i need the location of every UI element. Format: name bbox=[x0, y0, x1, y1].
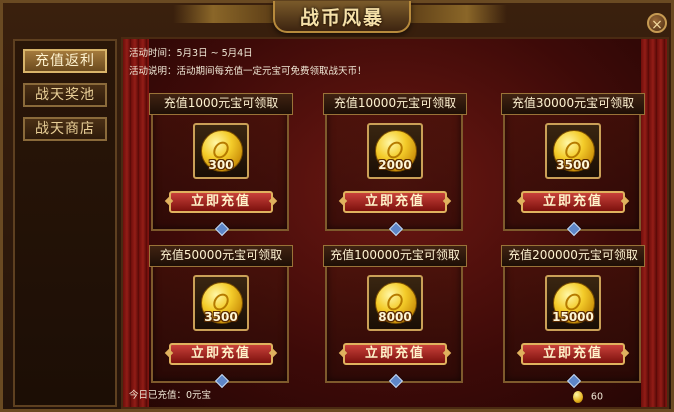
sidebar-item-shop[interactable]: 战天商店 bbox=[23, 117, 107, 141]
recharge-button[interactable]: 立即充值 bbox=[169, 191, 273, 213]
reward-card: 充值50000元宝可领取 3500 立即充值 bbox=[149, 245, 293, 389]
card-title: 充值1000元宝可领取 bbox=[149, 93, 293, 115]
reward-card: 充值10000元宝可领取 2000 立即充值 bbox=[323, 93, 467, 237]
title-ornament-right bbox=[407, 5, 507, 23]
gem-ornament-icon bbox=[388, 221, 404, 237]
sidebar-item-recharge-rebate[interactable]: 充值返利 bbox=[23, 49, 107, 73]
reward-card: 充值1000元宝可领取 300 立即充值 bbox=[149, 93, 293, 237]
card-title: 充值10000元宝可领取 bbox=[323, 93, 467, 115]
coin-amount: 15000 bbox=[552, 310, 594, 324]
close-icon: × bbox=[651, 17, 663, 33]
coin-amount: 3500 bbox=[204, 310, 238, 324]
gem-ornament-icon bbox=[214, 221, 230, 237]
coin-icon bbox=[572, 391, 583, 403]
sidebar-item-prize-pool[interactable]: 战天奖池 bbox=[23, 83, 107, 107]
coin-slot: 300 bbox=[193, 123, 249, 179]
recharge-button[interactable]: 立即充值 bbox=[521, 191, 625, 213]
gem-ornament-icon bbox=[566, 373, 582, 389]
coin-slot: 8000 bbox=[367, 275, 423, 331]
activity-time: 活动时间：5月3日 ~ 5月4日 bbox=[129, 48, 253, 59]
coin-slot: 15000 bbox=[545, 275, 601, 331]
reward-card: 充值200000元宝可领取 15000 立即充值 bbox=[501, 245, 645, 389]
card-title: 充值50000元宝可领取 bbox=[149, 245, 293, 267]
recharge-button[interactable]: 立即充值 bbox=[343, 191, 447, 213]
coin-slot: 3500 bbox=[545, 123, 601, 179]
card-title: 充值200000元宝可领取 bbox=[501, 245, 645, 267]
card-title: 充值30000元宝可领取 bbox=[501, 93, 645, 115]
sidebar: 充值返利 战天奖池 战天商店 bbox=[13, 39, 117, 407]
title-plate: 战币风暴 bbox=[273, 1, 411, 33]
coin-amount: 300 bbox=[208, 158, 234, 172]
curtain-left bbox=[123, 39, 149, 407]
coin-slot: 2000 bbox=[367, 123, 423, 179]
coin-balance: 60 bbox=[572, 391, 603, 403]
game-window: 战币风暴 × 充值返利 战天奖池 战天商店 活动时间：5月3日 ~ 5月4日 活… bbox=[0, 0, 674, 412]
reward-card: 充值30000元宝可领取 3500 立即充值 bbox=[501, 93, 645, 237]
gem-ornament-icon bbox=[388, 373, 404, 389]
coin-amount: 2000 bbox=[378, 158, 412, 172]
coin-slot: 3500 bbox=[193, 275, 249, 331]
main-panel: 活动时间：5月3日 ~ 5月4日 活动说明：活动期间每充值一定元宝可免费领取战天… bbox=[121, 37, 669, 409]
title-ornament-left bbox=[173, 5, 273, 23]
recharge-button[interactable]: 立即充值 bbox=[343, 343, 447, 365]
gem-ornament-icon bbox=[566, 221, 582, 237]
coin-amount: 8000 bbox=[378, 310, 412, 324]
recharge-button[interactable]: 立即充值 bbox=[521, 343, 625, 365]
recharge-button[interactable]: 立即充值 bbox=[169, 343, 273, 365]
window-title: 战币风暴 bbox=[299, 7, 384, 29]
gem-ornament-icon bbox=[214, 373, 230, 389]
coin-balance-value: 60 bbox=[590, 391, 603, 403]
activity-description: 活动说明：活动期间每充值一定元宝可免费领取战天币！ bbox=[129, 66, 367, 77]
card-title: 充值100000元宝可领取 bbox=[323, 245, 467, 267]
close-button[interactable]: × bbox=[647, 13, 667, 33]
today-recharged: 今日已充值：0元宝 bbox=[129, 390, 212, 401]
coin-amount: 3500 bbox=[556, 158, 590, 172]
reward-card: 充值100000元宝可领取 8000 立即充值 bbox=[323, 245, 467, 389]
